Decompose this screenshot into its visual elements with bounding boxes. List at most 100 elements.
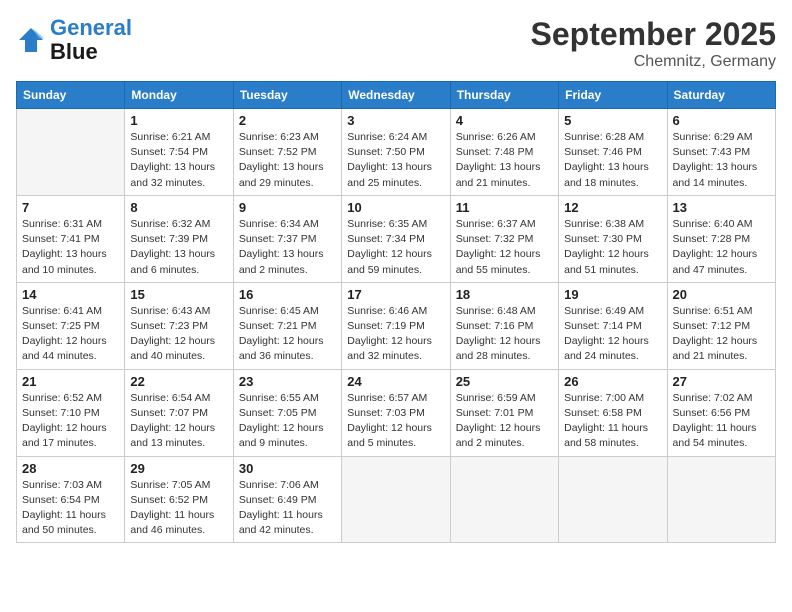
day-info: Sunrise: 6:24 AMSunset: 7:50 PMDaylight:…	[347, 130, 444, 191]
calendar-cell: 4 Sunrise: 6:26 AMSunset: 7:48 PMDaylight…	[450, 109, 558, 196]
calendar-cell: 25 Sunrise: 6:59 AMSunset: 7:01 PMDayligh…	[450, 369, 558, 456]
day-number: 3	[347, 113, 444, 128]
logo-icon	[16, 25, 46, 55]
day-info: Sunrise: 6:55 AMSunset: 7:05 PMDaylight:…	[239, 391, 336, 452]
calendar-body: 1Sunrise: 6:21 AMSunset: 7:54 PMDaylight…	[17, 109, 776, 543]
day-info: Sunrise: 7:00 AMSunset: 6:58 PMDaylight:…	[564, 391, 661, 452]
col-header-wednesday: Wednesday	[342, 82, 450, 109]
calendar-table: SundayMondayTuesdayWednesdayThursdayFrid…	[16, 81, 776, 543]
day-info: Sunrise: 7:06 AMSunset: 6:49 PMDaylight:…	[239, 478, 336, 539]
calendar-cell: 6 Sunrise: 6:29 AMSunset: 7:43 PMDaylight…	[667, 109, 775, 196]
day-number: 29	[130, 461, 227, 476]
day-number: 16	[239, 287, 336, 302]
day-number: 26	[564, 374, 661, 389]
calendar-cell	[342, 456, 450, 543]
calendar-cell: 10Sunrise: 6:35 AMSunset: 7:34 PMDayligh…	[342, 195, 450, 282]
day-info: Sunrise: 6:49 AMSunset: 7:14 PMDaylight:…	[564, 304, 661, 365]
day-info: Sunrise: 6:40 AMSunset: 7:28 PMDaylight:…	[673, 217, 770, 278]
calendar-cell: 11 Sunrise: 6:37 AMSunset: 7:32 PMDayligh…	[450, 195, 558, 282]
day-number: 6	[673, 113, 770, 128]
calendar-cell: 20Sunrise: 6:51 AMSunset: 7:12 PMDayligh…	[667, 282, 775, 369]
day-number: 14	[22, 287, 119, 302]
day-info: Sunrise: 7:05 AMSunset: 6:52 PMDaylight:…	[130, 478, 227, 539]
week-row-2: 7 Sunrise: 6:31 AMSunset: 7:41 PMDaylight…	[17, 195, 776, 282]
day-info: Sunrise: 6:31 AMSunset: 7:41 PMDaylight:…	[22, 217, 119, 278]
calendar-cell: 16 Sunrise: 6:45 AMSunset: 7:21 PMDayligh…	[233, 282, 341, 369]
calendar-cell: 12 Sunrise: 6:38 AMSunset: 7:30 PMDayligh…	[559, 195, 667, 282]
logo: General Blue	[16, 16, 132, 64]
calendar-cell: 13 Sunrise: 6:40 AMSunset: 7:28 PMDayligh…	[667, 195, 775, 282]
calendar-cell: 22 Sunrise: 6:54 AMSunset: 7:07 PMDayligh…	[125, 369, 233, 456]
calendar-cell: 8 Sunrise: 6:32 AMSunset: 7:39 PMDaylight…	[125, 195, 233, 282]
day-number: 9	[239, 200, 336, 215]
calendar-cell	[17, 109, 125, 196]
day-number: 19	[564, 287, 661, 302]
day-info: Sunrise: 6:34 AMSunset: 7:37 PMDaylight:…	[239, 217, 336, 278]
day-number: 23	[239, 374, 336, 389]
day-info: Sunrise: 6:52 AMSunset: 7:10 PMDaylight:…	[22, 391, 119, 452]
day-number: 25	[456, 374, 553, 389]
calendar-cell: 29 Sunrise: 7:05 AMSunset: 6:52 PMDayligh…	[125, 456, 233, 543]
day-info: Sunrise: 6:59 AMSunset: 7:01 PMDaylight:…	[456, 391, 553, 452]
day-info: Sunrise: 6:28 AMSunset: 7:46 PMDaylight:…	[564, 130, 661, 191]
calendar-header-row: SundayMondayTuesdayWednesdayThursdayFrid…	[17, 82, 776, 109]
day-number: 11	[456, 200, 553, 215]
col-header-thursday: Thursday	[450, 82, 558, 109]
calendar-cell: 17 Sunrise: 6:46 AMSunset: 7:19 PMDayligh…	[342, 282, 450, 369]
calendar-cell	[559, 456, 667, 543]
day-info: Sunrise: 6:21 AMSunset: 7:54 PMDaylight:…	[130, 130, 227, 191]
day-info: Sunrise: 6:29 AMSunset: 7:43 PMDaylight:…	[673, 130, 770, 191]
calendar-cell: 30 Sunrise: 7:06 AMSunset: 6:49 PMDayligh…	[233, 456, 341, 543]
day-number: 7	[22, 200, 119, 215]
week-row-1: 1Sunrise: 6:21 AMSunset: 7:54 PMDaylight…	[17, 109, 776, 196]
day-number: 2	[239, 113, 336, 128]
day-number: 12	[564, 200, 661, 215]
week-row-5: 28Sunrise: 7:03 AMSunset: 6:54 PMDayligh…	[17, 456, 776, 543]
day-number: 8	[130, 200, 227, 215]
calendar-cell	[667, 456, 775, 543]
day-number: 27	[673, 374, 770, 389]
logo-text: General Blue	[50, 16, 132, 64]
calendar-cell: 24Sunrise: 6:57 AMSunset: 7:03 PMDayligh…	[342, 369, 450, 456]
day-number: 17	[347, 287, 444, 302]
calendar-cell: 18Sunrise: 6:48 AMSunset: 7:16 PMDayligh…	[450, 282, 558, 369]
col-header-monday: Monday	[125, 82, 233, 109]
day-info: Sunrise: 6:37 AMSunset: 7:32 PMDaylight:…	[456, 217, 553, 278]
day-info: Sunrise: 6:38 AMSunset: 7:30 PMDaylight:…	[564, 217, 661, 278]
day-number: 4	[456, 113, 553, 128]
day-info: Sunrise: 6:46 AMSunset: 7:19 PMDaylight:…	[347, 304, 444, 365]
day-info: Sunrise: 6:45 AMSunset: 7:21 PMDaylight:…	[239, 304, 336, 365]
page-header: General Blue September 2025 Chemnitz, Ge…	[16, 16, 776, 71]
title-block: September 2025 Chemnitz, Germany	[531, 16, 776, 71]
day-number: 30	[239, 461, 336, 476]
week-row-4: 21 Sunrise: 6:52 AMSunset: 7:10 PMDayligh…	[17, 369, 776, 456]
calendar-cell	[450, 456, 558, 543]
calendar-cell: 1Sunrise: 6:21 AMSunset: 7:54 PMDaylight…	[125, 109, 233, 196]
col-header-saturday: Saturday	[667, 82, 775, 109]
day-info: Sunrise: 6:43 AMSunset: 7:23 PMDaylight:…	[130, 304, 227, 365]
col-header-tuesday: Tuesday	[233, 82, 341, 109]
day-number: 13	[673, 200, 770, 215]
calendar-cell: 21 Sunrise: 6:52 AMSunset: 7:10 PMDayligh…	[17, 369, 125, 456]
day-info: Sunrise: 6:57 AMSunset: 7:03 PMDaylight:…	[347, 391, 444, 452]
location: Chemnitz, Germany	[531, 53, 776, 71]
day-info: Sunrise: 6:32 AMSunset: 7:39 PMDaylight:…	[130, 217, 227, 278]
day-info: Sunrise: 6:51 AMSunset: 7:12 PMDaylight:…	[673, 304, 770, 365]
col-header-friday: Friday	[559, 82, 667, 109]
day-info: Sunrise: 6:23 AMSunset: 7:52 PMDaylight:…	[239, 130, 336, 191]
day-info: Sunrise: 7:02 AMSunset: 6:56 PMDaylight:…	[673, 391, 770, 452]
day-number: 21	[22, 374, 119, 389]
calendar-cell: 19 Sunrise: 6:49 AMSunset: 7:14 PMDayligh…	[559, 282, 667, 369]
day-info: Sunrise: 6:54 AMSunset: 7:07 PMDaylight:…	[130, 391, 227, 452]
day-number: 22	[130, 374, 227, 389]
calendar-cell: 26 Sunrise: 7:00 AMSunset: 6:58 PMDayligh…	[559, 369, 667, 456]
calendar-cell: 5Sunrise: 6:28 AMSunset: 7:46 PMDaylight…	[559, 109, 667, 196]
day-number: 18	[456, 287, 553, 302]
day-number: 10	[347, 200, 444, 215]
calendar-cell: 14Sunrise: 6:41 AMSunset: 7:25 PMDayligh…	[17, 282, 125, 369]
calendar-cell: 3 Sunrise: 6:24 AMSunset: 7:50 PMDaylight…	[342, 109, 450, 196]
logo-line2: Blue	[50, 40, 132, 64]
week-row-3: 14Sunrise: 6:41 AMSunset: 7:25 PMDayligh…	[17, 282, 776, 369]
day-info: Sunrise: 6:26 AMSunset: 7:48 PMDaylight:…	[456, 130, 553, 191]
month-title: September 2025	[531, 16, 776, 53]
